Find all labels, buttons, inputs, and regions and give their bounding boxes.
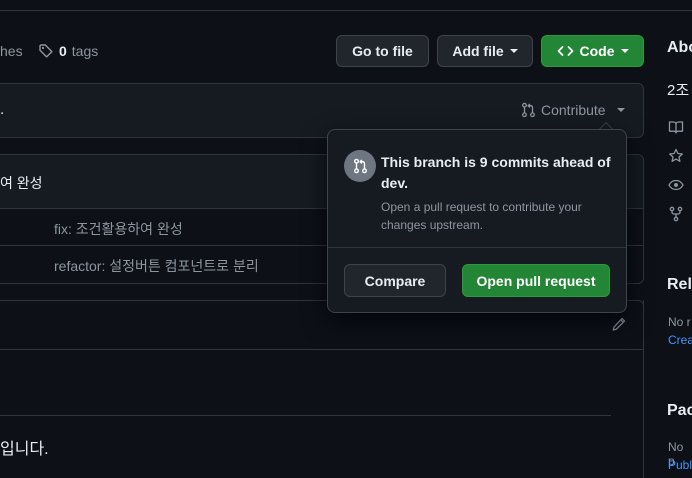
pull-request-icon xyxy=(344,150,376,182)
latest-commit-message[interactable]: 여 완성 xyxy=(0,173,43,193)
create-release-link[interactable]: Crea xyxy=(668,333,692,347)
sidebar-divider xyxy=(643,300,644,478)
book-icon[interactable] xyxy=(668,119,684,138)
fork-icon[interactable] xyxy=(668,206,684,225)
readme-heading-rule xyxy=(0,415,611,416)
code-icon xyxy=(557,44,574,58)
contribute-label: Contribute xyxy=(541,102,606,118)
commit-message-link[interactable]: fix: 조건활용하여 완성 xyxy=(54,219,183,239)
add-file-label: Add file xyxy=(452,43,504,59)
popover-title: This branch is 9 commits ahead of dev. xyxy=(381,154,611,191)
compare-label: Compare xyxy=(364,272,426,289)
branch-status-text: . xyxy=(0,101,5,118)
popover-description: Open a pull request to contribute your c… xyxy=(381,200,582,232)
readme-text: 입니다. xyxy=(0,441,49,458)
header-divider xyxy=(0,10,692,11)
commit-message-link[interactable]: refactor: 설정버튼 컴포넌트로 분리 xyxy=(54,256,259,276)
tags-count: 0 xyxy=(59,43,67,59)
branches-link[interactable]: hes xyxy=(0,42,23,60)
branches-label: hes xyxy=(0,43,23,59)
tag-icon xyxy=(38,43,54,59)
tags-link[interactable]: 0 tags xyxy=(38,42,98,60)
publish-package-link[interactable]: Publ xyxy=(668,458,692,472)
about-description: 2조 xyxy=(667,82,690,99)
go-to-file-button[interactable]: Go to file xyxy=(336,35,429,67)
eye-icon[interactable] xyxy=(668,177,684,196)
add-file-button[interactable]: Add file xyxy=(437,35,533,67)
repo-page: hes 0 tags Go to file Add file Code . Co… xyxy=(0,0,692,478)
tags-label: tags xyxy=(71,43,99,59)
releases-heading[interactable]: Rele xyxy=(667,276,692,294)
code-label: Code xyxy=(579,43,615,59)
readme-box xyxy=(0,300,644,478)
code-button[interactable]: Code xyxy=(541,35,644,67)
chevron-down-icon xyxy=(509,49,518,53)
pencil-icon[interactable] xyxy=(611,316,627,335)
chevron-down-icon xyxy=(620,49,629,53)
pull-request-icon xyxy=(521,102,536,118)
packages-heading[interactable]: Pac xyxy=(667,402,692,420)
contribute-popover: This branch is 9 commits ahead of dev. O… xyxy=(327,129,627,313)
open-pull-request-label: Open pull request xyxy=(476,272,596,289)
open-pull-request-button[interactable]: Open pull request xyxy=(462,264,610,297)
compare-button[interactable]: Compare xyxy=(344,264,446,297)
go-to-file-label: Go to file xyxy=(352,43,413,59)
popover-divider xyxy=(328,247,626,248)
about-heading: Abo xyxy=(667,39,692,56)
chevron-down-icon xyxy=(616,108,625,112)
star-icon[interactable] xyxy=(668,148,684,167)
contribute-button[interactable]: Contribute xyxy=(521,102,625,118)
releases-note: No r xyxy=(668,315,691,329)
